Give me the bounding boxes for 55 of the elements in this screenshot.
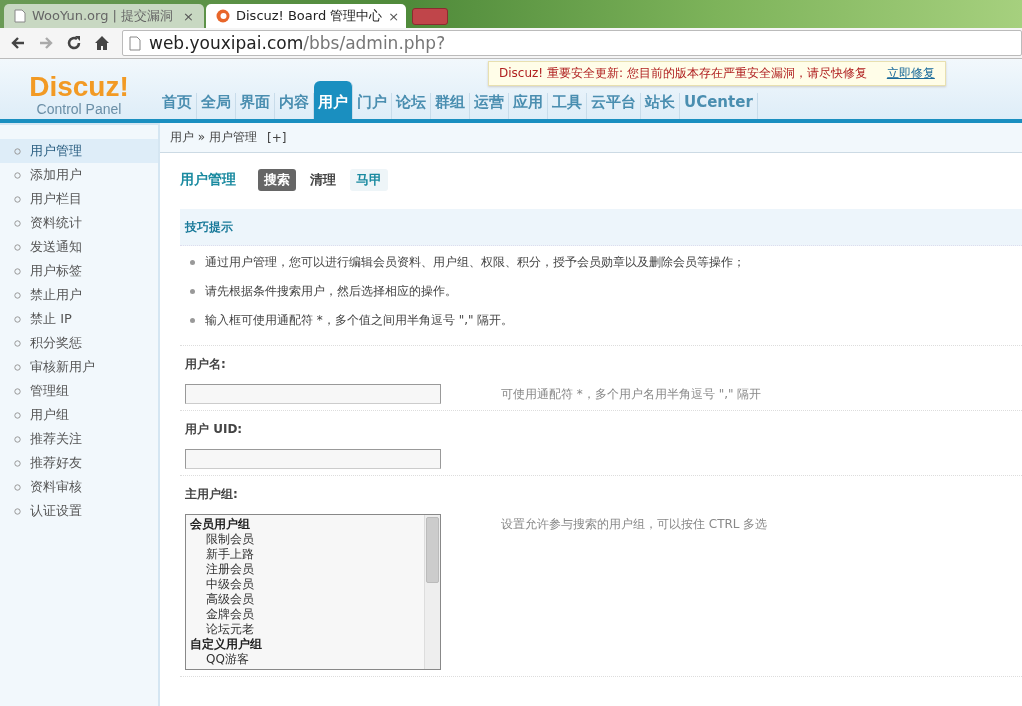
tip-text: 请先根据条件搜索用户，然后选择相应的操作。 — [205, 283, 457, 300]
sidebar-item[interactable]: 认证设置 — [0, 499, 158, 523]
option-group-label: 会员用户组 — [190, 517, 251, 532]
sidebar-item[interactable]: 推荐好友 — [0, 451, 158, 475]
option-group-label: 自定义用户组 — [190, 637, 263, 652]
listbox-option[interactable]: 注册会员 — [190, 562, 420, 577]
field-hint: 设置允许参与搜索的用户组，可以按住 CTRL 多选 — [501, 516, 768, 533]
listbox-option[interactable]: 中级会员 — [190, 577, 420, 592]
tab-title: WooYun.org | 提交漏洞 — [32, 7, 175, 25]
logo-subtitle: Control Panel — [36, 101, 122, 117]
tips-title: 技巧提示 — [185, 218, 233, 236]
logo: Discuz! — [29, 73, 129, 101]
listbox-option[interactable]: 论坛元老 — [190, 622, 420, 637]
group-listbox[interactable]: 会员用户组 限制会员 新手上路 注册会员 中级会员 高级会员 金牌会员 论坛元老 自定义用户组 QQ游客 — [185, 514, 441, 670]
listbox-option[interactable]: 金牌会员 — [190, 607, 420, 622]
field-label: 主用户组: — [185, 486, 239, 503]
sidebar-item[interactable]: 发送通知 — [0, 235, 158, 259]
tip-text: 通过用户管理，您可以进行编辑会员资料、用户组、权限、积分，授予会员勋章以及删除会员等操作； — [205, 254, 745, 271]
sub-tab[interactable]: 马甲 — [350, 169, 388, 191]
listbox-option[interactable]: QQ游客 — [190, 652, 420, 667]
listbox-option[interactable]: 限制会员 — [190, 532, 420, 547]
browser-tab[interactable]: Discuz! Board 管理中心 × — [206, 4, 406, 28]
sidebar-item[interactable]: 管理组 — [0, 379, 158, 403]
breadcrumb: 用户 » 用户管理 — [170, 129, 257, 146]
close-icon[interactable]: × — [183, 8, 194, 24]
field-hint: 可使用通配符 *，多个用户名用半角逗号 "," 隔开 — [501, 386, 762, 403]
listbox-option[interactable]: 新手上路 — [190, 547, 420, 562]
sidebar-item[interactable]: 资料审核 — [0, 475, 158, 499]
fix-now-link[interactable]: 立即修复 — [886, 65, 935, 82]
sidebar-item[interactable]: 审核新用户 — [0, 355, 158, 379]
sidebar-item[interactable]: 推荐关注 — [0, 427, 158, 451]
tab-title: Discuz! Board 管理中心 — [236, 7, 383, 25]
sub-tab[interactable]: 清理 — [304, 169, 342, 191]
notice-text: Discuz! 重要安全更新: 您目前的版本存在严重安全漏洞，请尽快修复 — [499, 65, 867, 82]
sidebar-item[interactable]: 积分奖惩 — [0, 331, 158, 355]
field-label: 用户名: — [185, 356, 227, 373]
tip-text: 输入框可使用通配符 *，多个值之间用半角逗号 "," 隔开。 — [205, 312, 514, 329]
browser-tab[interactable]: WooYun.org | 提交漏洞 × — [4, 4, 204, 28]
field-label: 用户 UID: — [185, 421, 244, 438]
sidebar-item[interactable]: 添加用户 — [0, 163, 158, 187]
add-shortcut-link[interactable]: [+] — [267, 130, 287, 145]
close-icon[interactable]: × — [388, 8, 400, 24]
sidebar-item[interactable]: 禁止用户 — [0, 283, 158, 307]
sidebar-item[interactable]: 禁止 IP — [0, 307, 158, 331]
page-title: 用户管理 — [180, 171, 236, 189]
sidebar-item[interactable]: 用户组 — [0, 403, 158, 427]
sidebar-item[interactable]: 资料统计 — [0, 211, 158, 235]
sidebar-item[interactable]: 用户栏目 — [0, 187, 158, 211]
url-text: web.youxipai.com/bbs/admin.php? — [149, 33, 446, 53]
sub-tab[interactable]: 搜索 — [258, 169, 296, 191]
listbox-option[interactable]: 高级会员 — [190, 592, 420, 607]
address-bar[interactable]: web.youxipai.com/bbs/admin.php? — [122, 30, 1022, 56]
sidebar-item[interactable]: 用户管理 — [0, 139, 158, 163]
sidebar-item[interactable]: 用户标签 — [0, 259, 158, 283]
nav-tab[interactable]: 用户 — [314, 81, 353, 119]
